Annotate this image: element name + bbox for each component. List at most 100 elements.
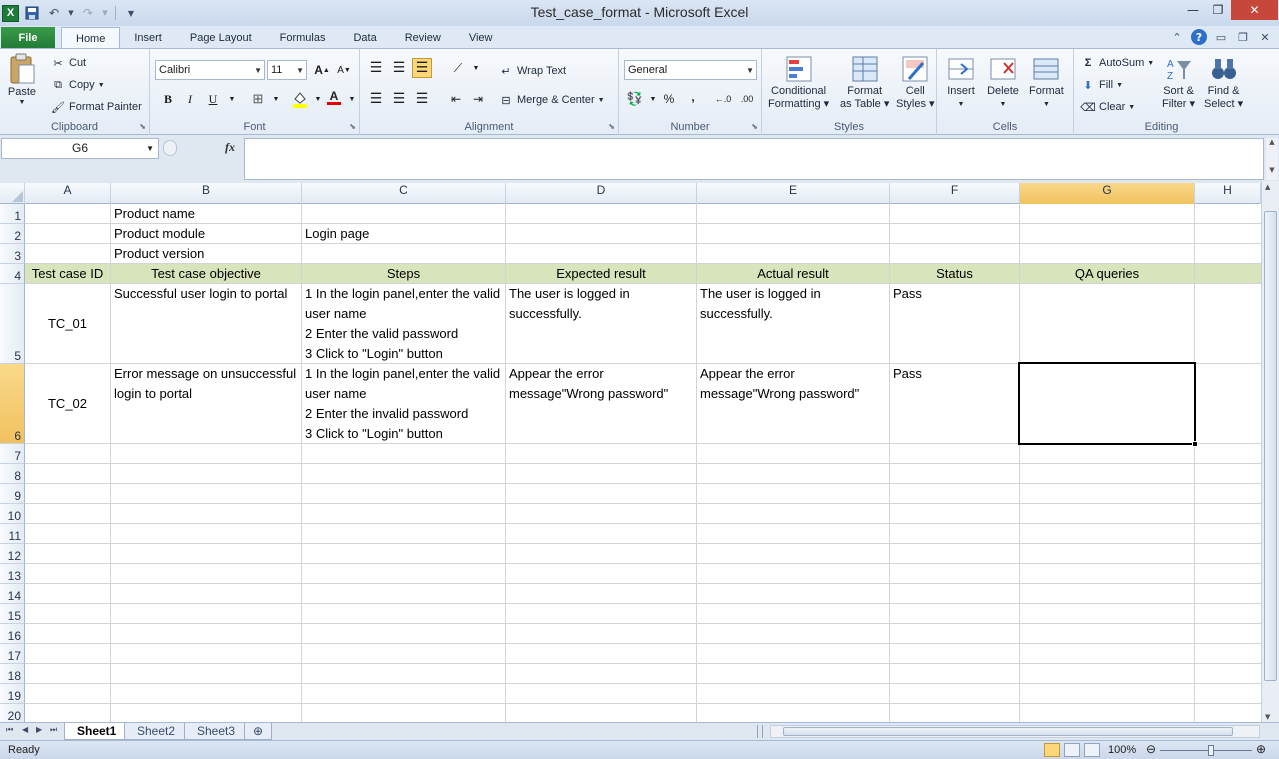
column-header-b[interactable]: B <box>111 183 302 204</box>
cell-c5[interactable]: 1 In the login panel,enter the valid use… <box>302 284 505 363</box>
decrease-indent-icon[interactable]: ⇤ <box>446 89 466 109</box>
cell-d5[interactable]: The user is logged in successfully. <box>506 284 696 363</box>
minimize-button[interactable]: — <box>1180 0 1206 20</box>
cell-b4[interactable]: Test case objective <box>111 264 301 284</box>
format-as-table-button[interactable]: Format as Table ▾ <box>840 53 889 111</box>
zoom-out-icon[interactable]: ⊖ <box>1146 742 1156 756</box>
accounting-format-icon[interactable]: 💱 <box>625 89 645 109</box>
format-painter-button[interactable]: 🖌 Format Painter <box>50 99 142 115</box>
horizontal-scrollbar[interactable] <box>770 725 1260 738</box>
last-sheet-icon[interactable]: ⏭ <box>50 725 57 735</box>
sort-filter-button[interactable]: AZ Sort & Filter ▾ <box>1162 53 1195 111</box>
cell-b2[interactable]: Product module <box>111 224 301 244</box>
cut-button[interactable]: ✂ Cut <box>50 55 86 71</box>
orientation-icon[interactable]: ⟋ <box>448 58 468 78</box>
next-sheet-icon[interactable]: ▶ <box>36 725 42 734</box>
borders-dropdown-icon[interactable]: ▼ <box>266 89 286 109</box>
wrap-text-button[interactable]: ↵ Wrap Text <box>498 63 566 79</box>
borders-icon[interactable]: ⊞ <box>248 89 268 109</box>
close-button[interactable]: ✕ <box>1231 0 1278 20</box>
fill-button[interactable]: ⬇ Fill ▼ <box>1080 77 1123 93</box>
increase-indent-icon[interactable]: ⇥ <box>468 89 488 109</box>
align-middle-icon[interactable]: ☰ <box>389 58 409 78</box>
active-cell-selection[interactable] <box>1018 362 1196 445</box>
redo-icon[interactable]: ↷ <box>79 4 97 22</box>
cell-a5[interactable]: TC_01 <box>25 314 110 334</box>
cell-e4[interactable]: Actual result <box>697 264 889 284</box>
normal-view-icon[interactable] <box>1044 743 1060 757</box>
row-header-11[interactable]: 11 <box>0 524 25 544</box>
row-header-18[interactable]: 18 <box>0 664 25 684</box>
customize-qat-icon[interactable]: ▼ <box>122 4 140 22</box>
number-format-select[interactable]: General ▼ <box>624 60 757 80</box>
dialog-launcher-icon[interactable]: ⬊ <box>349 122 356 131</box>
cell-e5[interactable]: The user is logged in successfully. <box>697 284 889 363</box>
font-size-select[interactable]: 11 ▼ <box>267 60 307 80</box>
tab-insert[interactable]: Insert <box>120 27 176 49</box>
restore-button[interactable]: ❐ <box>1206 0 1230 20</box>
row-header-7[interactable]: 7 <box>0 444 25 464</box>
orientation-dropdown-icon[interactable]: ▼ <box>466 58 486 78</box>
row-header-9[interactable]: 9 <box>0 484 25 504</box>
paste-button[interactable]: Paste ▼ <box>6 53 38 106</box>
zoom-slider-thumb[interactable] <box>1208 745 1214 756</box>
cell-b1[interactable]: Product name <box>111 204 301 224</box>
cell-b6[interactable]: Error message on unsuccessful login to p… <box>111 364 301 443</box>
column-header-f[interactable]: F <box>890 183 1020 204</box>
page-break-view-icon[interactable] <box>1084 743 1100 757</box>
font-color-icon[interactable]: A <box>324 87 344 107</box>
cell-a6[interactable]: TC_02 <box>25 394 110 414</box>
scroll-up-icon[interactable]: ▲ <box>1265 183 1270 191</box>
row-header-19[interactable]: 19 <box>0 684 25 704</box>
cell-a4[interactable]: Test case ID <box>25 264 110 284</box>
dialog-launcher-icon[interactable]: ⬊ <box>608 122 615 131</box>
dialog-launcher-icon[interactable]: ⬊ <box>751 122 758 131</box>
tab-view[interactable]: View <box>455 27 507 49</box>
cell-styles-button[interactable]: Cell Styles ▾ <box>896 53 935 111</box>
cell-c4[interactable]: Steps <box>302 264 505 284</box>
column-header-h[interactable]: H <box>1195 183 1261 204</box>
row-header-5[interactable]: 5 <box>0 284 25 364</box>
cell-f4[interactable]: Status <box>890 264 1019 284</box>
underline-dropdown-icon[interactable]: ▼ <box>222 89 242 109</box>
workbook-close-icon[interactable]: ✕ <box>1257 29 1273 45</box>
tab-formulas[interactable]: Formulas <box>266 27 340 49</box>
insert-function-button[interactable]: fx <box>225 140 235 155</box>
sheet-tab-sheet3[interactable]: Sheet3 <box>184 723 249 740</box>
row-header-15[interactable]: 15 <box>0 604 25 624</box>
row-header-3[interactable]: 3 <box>0 244 25 264</box>
tab-data[interactable]: Data <box>339 27 390 49</box>
tab-page-layout[interactable]: Page Layout <box>176 27 266 49</box>
percent-style-button[interactable]: % <box>659 89 679 109</box>
cell-g4[interactable]: QA queries <box>1020 264 1194 284</box>
tab-review[interactable]: Review <box>391 27 455 49</box>
undo-dropdown-icon[interactable]: ▼ <box>67 4 75 22</box>
align-center-icon[interactable]: ☰ <box>389 89 409 109</box>
tab-file[interactable]: File <box>1 27 55 49</box>
cell-b5[interactable]: Successful user login to portal <box>111 284 301 363</box>
fill-handle[interactable] <box>1192 441 1198 447</box>
font-color-dropdown-icon[interactable]: ▼ <box>342 89 362 109</box>
row-header-20[interactable]: 20 <box>0 704 25 723</box>
undo-icon[interactable]: ↶ <box>45 4 63 22</box>
cell-d6[interactable]: Appear the error message"Wrong password" <box>506 364 696 443</box>
decrease-decimal-icon[interactable]: .00 <box>737 89 757 109</box>
sheet-tab-sheet2[interactable]: Sheet2 <box>124 723 189 740</box>
zoom-in-icon[interactable]: ⊕ <box>1256 742 1266 756</box>
sheet-tab-sheet1[interactable]: Sheet1 <box>64 723 130 740</box>
italic-button[interactable]: I <box>180 89 200 109</box>
align-right-icon[interactable]: ☰ <box>412 89 432 109</box>
help-icon[interactable]: ? <box>1191 29 1207 45</box>
row-header-12[interactable]: 12 <box>0 544 25 564</box>
find-select-button[interactable]: Find & Select ▾ <box>1204 53 1243 111</box>
increase-decimal-icon[interactable]: ←.0 <box>713 89 733 109</box>
zoom-slider-track[interactable] <box>1160 750 1252 751</box>
tab-split-handle[interactable] <box>757 725 763 738</box>
row-header-17[interactable]: 17 <box>0 644 25 664</box>
column-header-d[interactable]: D <box>506 183 697 204</box>
cell-f5[interactable]: Pass <box>890 284 1019 363</box>
select-all-button[interactable] <box>0 183 25 204</box>
excel-logo-icon[interactable]: X <box>2 4 19 22</box>
workbook-restore-icon[interactable]: ❐ <box>1235 29 1251 45</box>
comma-style-button[interactable]: , <box>683 87 703 107</box>
